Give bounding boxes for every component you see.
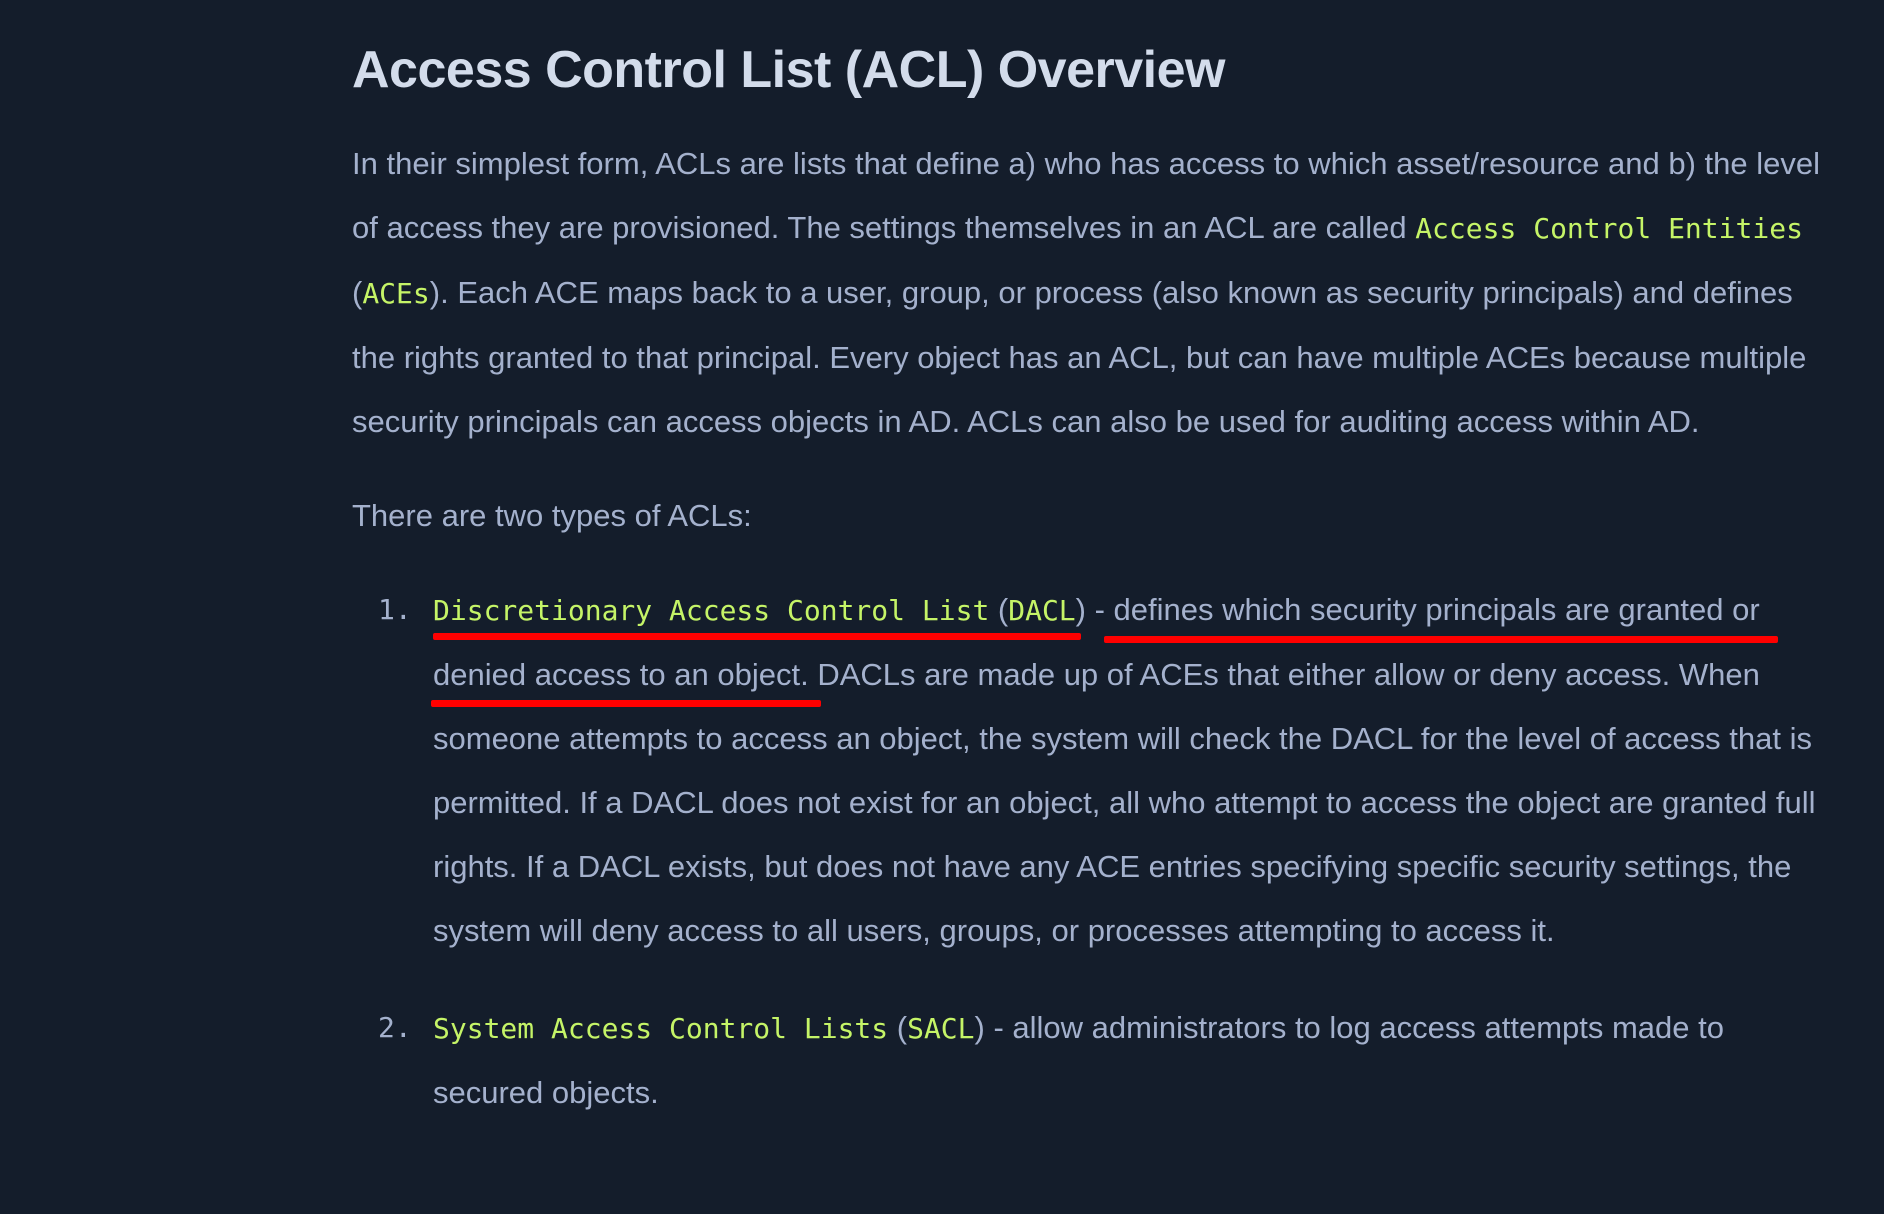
sacl-abbr: SACL — [907, 1012, 975, 1045]
types-lead: There are two types of ACLs: — [352, 498, 752, 533]
ace-abbr: ACEs — [362, 277, 430, 310]
acl-types-list: 1. Discretionary Access Control List (DA… — [352, 578, 1832, 1125]
list-item-sacl: 2. System Access Control Lists (SACL) - … — [352, 996, 1832, 1125]
list-number: 2. — [378, 1011, 412, 1044]
red-underline-definition-line1 — [1104, 636, 1778, 643]
sacl-paren-open: ( — [888, 1010, 908, 1045]
dacl-paren-open: ( — [989, 592, 1009, 627]
page-title: Access Control List (ACL) Overview — [352, 41, 1226, 99]
intro-text-2: ). Each ACE maps back to a user, group, … — [352, 275, 1807, 439]
ace-term: Access Control Entities — [1415, 212, 1803, 245]
dacl-abbr: DACL — [1008, 594, 1076, 627]
list-number: 1. — [378, 593, 412, 626]
red-underline-definition-line2 — [431, 700, 821, 707]
dacl-term: Discretionary Access Control List — [433, 594, 990, 627]
list-item-dacl: 1. Discretionary Access Control List (DA… — [352, 578, 1832, 963]
intro-paragraph: In their simplest form, ACLs are lists t… — [352, 132, 1832, 454]
intro-paren-open: ( — [352, 275, 363, 310]
sacl-term: System Access Control Lists — [433, 1012, 889, 1045]
red-underline-term — [433, 633, 1081, 640]
article: Access Control List (ACL) Overview In th… — [352, 36, 1832, 1158]
